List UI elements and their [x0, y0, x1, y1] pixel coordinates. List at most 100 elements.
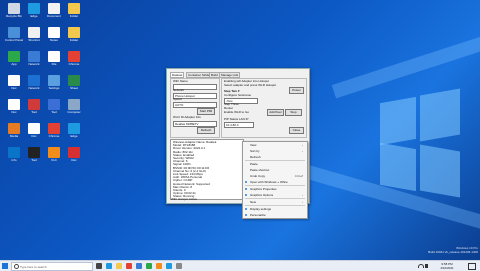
- desktop-icon[interactable]: Network: [23, 75, 45, 91]
- network-icon[interactable]: [418, 264, 424, 268]
- desktop-icon[interactable]: Settings: [43, 75, 65, 91]
- desktop[interactable]: Recycle Bin Edge Document Folder Control Pan…: [0, 0, 480, 260]
- desktop-icon[interactable]: Recycle Bin: [3, 3, 25, 19]
- step-two-text: Configure hostname: [224, 93, 252, 97]
- desktop-icon[interactable]: Control Panel: [3, 27, 25, 43]
- start-pmi-button[interactable]: Start PMI: [197, 108, 215, 115]
- pinned-app-icon[interactable]: [176, 263, 182, 269]
- desktop-icon[interactable]: Folder: [63, 3, 85, 19]
- menu-item-label: Refresh: [250, 155, 261, 159]
- refresh-button[interactable]: Refresh: [197, 127, 215, 134]
- notification-icon[interactable]: [468, 263, 476, 270]
- desktop-icon[interactable]: Info: [3, 147, 25, 163]
- desktop-icon[interactable]: Tool: [43, 99, 65, 115]
- pinned-app-icon[interactable]: [146, 263, 152, 269]
- context-menu-item[interactable]: Personalize: [243, 212, 307, 218]
- desktop-app-icon: [68, 147, 80, 158]
- desktop-app-icon: [48, 123, 60, 134]
- stop-button[interactable]: Stop: [285, 109, 302, 116]
- close-button[interactable]: Close: [289, 127, 304, 134]
- desktop-icon[interactable]: VLC: [43, 147, 65, 163]
- desktop-app-icon: [8, 147, 20, 158]
- desktop-icon[interactable]: Edge: [63, 123, 85, 139]
- menu-item-icon: [245, 188, 247, 190]
- windows-watermark: Windows 10 Pro Build 19041.vb_release.19…: [410, 246, 478, 254]
- pinned-app-icon[interactable]: [156, 263, 162, 269]
- desktop-icon[interactable]: Notes: [43, 27, 65, 43]
- speed-label: Speed: [173, 97, 182, 101]
- desktop-icon[interactable]: Chrome: [63, 51, 85, 67]
- context-menu-item[interactable]: Refresh: [243, 154, 307, 160]
- menu-item-label: Paste shortcut: [250, 168, 270, 172]
- menu-item-label: Paste: [250, 162, 258, 166]
- desktop-app-icon: [68, 75, 80, 86]
- desktop-icon[interactable]: Folder: [63, 27, 85, 43]
- desktop-icon[interactable]: App: [3, 51, 25, 67]
- desktop-icon[interactable]: Doc: [3, 99, 25, 115]
- desktop-icon[interactable]: Sheet: [63, 75, 85, 91]
- windows-logo-icon: [2, 263, 5, 266]
- menu-item-label: View: [250, 143, 257, 147]
- pinned-app-icon[interactable]: [116, 263, 122, 269]
- clock[interactable]: 9:58 PM 4/10/2021: [432, 262, 462, 270]
- pinned-app-icon[interactable]: [106, 263, 112, 269]
- step-one-hint: Select adapter and press WLR Hotspot: [224, 83, 277, 87]
- desktop-icon[interactable]: Doc: [3, 75, 25, 91]
- menu-item-label: Sort by: [250, 149, 260, 153]
- desktop-icon[interactable]: Doc: [63, 147, 85, 163]
- desktop-icon-label: Network: [28, 87, 40, 90]
- menu-item-label: Personalize: [250, 213, 266, 217]
- watermark-build: Build 19041.vb_release.191206-1406: [428, 249, 478, 254]
- start-button[interactable]: [2, 263, 8, 269]
- desktop-icon[interactable]: Media: [3, 123, 25, 139]
- pinned-app-icon[interactable]: [136, 263, 142, 269]
- desktop-icon-label: Shortcut: [28, 39, 40, 42]
- wallpaper-window-logo: [420, 144, 460, 198]
- desktop-app-icon: [8, 51, 20, 62]
- pinned-app-icon[interactable]: [166, 263, 172, 269]
- power-button[interactable]: Power: [289, 87, 304, 94]
- desktop-context-menu[interactable]: View › Sort by › Refresh Paste Paste shortcut U…: [242, 141, 308, 219]
- add-peer-button[interactable]: Add Peer: [267, 109, 284, 116]
- menu-item-label: Graphics Properties: [250, 187, 277, 191]
- desktop-app-icon: [28, 123, 40, 134]
- pinned-app-icon[interactable]: [96, 263, 102, 269]
- wallpaper-window-logo: [380, 142, 416, 192]
- desktop-app-icon: [68, 123, 80, 134]
- lan-ip-field[interactable]: 10.4.86.4: [224, 122, 254, 128]
- desktop-icon[interactable]: Computer: [63, 99, 85, 115]
- context-menu-item[interactable]: Open with Windows + Office: [243, 179, 307, 185]
- desktop-icon[interactable]: Document: [43, 3, 65, 19]
- desktop-icon[interactable]: Edge: [23, 3, 45, 19]
- desktop-icon[interactable]: Shortcut: [23, 27, 45, 43]
- desktop-app-icon: [68, 51, 80, 62]
- desktop-icon[interactable]: Tool: [23, 99, 45, 115]
- desktop-icon-label: Tool: [31, 111, 37, 114]
- pinned-app-icon[interactable]: [126, 263, 132, 269]
- menu-item-label: New: [250, 200, 257, 204]
- menu-item-icon: [245, 194, 247, 196]
- menu-item-icon: [245, 214, 247, 216]
- desktop-icon[interactable]: Doc: [23, 123, 45, 139]
- desktop-icon[interactable]: File: [43, 51, 65, 67]
- volume-icon[interactable]: [425, 264, 428, 268]
- clock-date: 4/10/2021: [440, 266, 454, 270]
- router-value: Enable WLR to Go: [224, 110, 250, 114]
- wallpaper-window-logo: [420, 88, 460, 142]
- desktop-icon-label: Tool: [31, 159, 37, 162]
- desktop-app-icon: [48, 147, 60, 158]
- desktop-icon[interactable]: Network: [23, 51, 45, 67]
- desktop-app-icon: [8, 75, 20, 86]
- adapter-info-panel: Wireless Adapter Name: Realtek Model: RTL…: [170, 139, 244, 200]
- desktop-icon[interactable]: Tool: [23, 147, 45, 163]
- context-menu-item[interactable]: New ›: [243, 199, 307, 205]
- desktop-app-icon: [28, 99, 40, 110]
- menu-item-label: Open with Windows + Office: [250, 180, 288, 184]
- desktop-icon-label: Folder: [69, 39, 79, 42]
- desktop-icon-label: Notes: [50, 39, 58, 42]
- desktop-app-icon: [48, 99, 60, 110]
- desktop-icon[interactable]: Chrome: [43, 123, 65, 139]
- desktop-app-icon: [48, 75, 60, 86]
- desktop-icon-label: Edge: [30, 15, 38, 18]
- context-menu-item[interactable]: Graphics Options ›: [243, 192, 307, 198]
